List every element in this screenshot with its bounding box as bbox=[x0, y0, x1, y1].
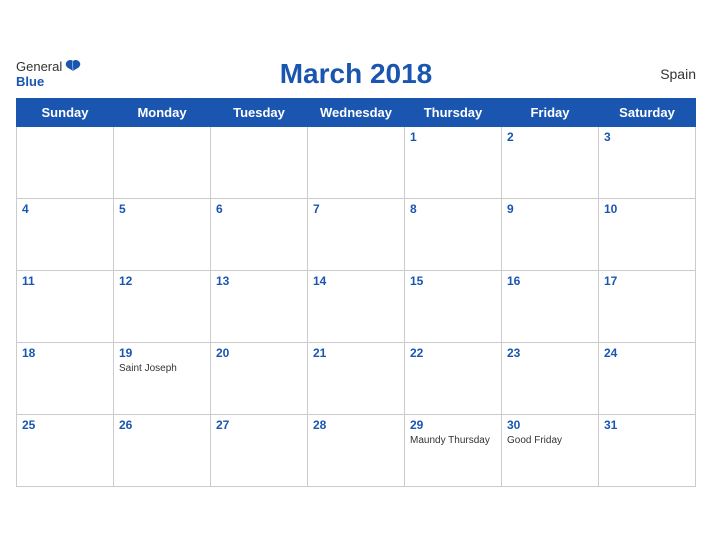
day-number: 25 bbox=[22, 418, 108, 432]
event-label: Maundy Thursday bbox=[410, 434, 496, 447]
calendar-cell-w3-d2: 13 bbox=[211, 270, 308, 342]
day-number: 12 bbox=[119, 274, 205, 288]
calendar-cell-w1-d3 bbox=[308, 126, 405, 198]
calendar-cell-w2-d2: 6 bbox=[211, 198, 308, 270]
header-saturday: Saturday bbox=[599, 98, 696, 126]
day-number: 20 bbox=[216, 346, 302, 360]
header-monday: Monday bbox=[114, 98, 211, 126]
day-number: 16 bbox=[507, 274, 593, 288]
calendar-cell-w2-d5: 9 bbox=[502, 198, 599, 270]
calendar-cell-w5-d6: 31 bbox=[599, 414, 696, 486]
day-number: 31 bbox=[604, 418, 690, 432]
calendar-cell-w1-d2 bbox=[211, 126, 308, 198]
calendar-cell-w2-d4: 8 bbox=[405, 198, 502, 270]
day-number: 4 bbox=[22, 202, 108, 216]
header-sunday: Sunday bbox=[17, 98, 114, 126]
day-number: 6 bbox=[216, 202, 302, 216]
calendar-cell-w3-d1: 12 bbox=[114, 270, 211, 342]
calendar-cell-w2-d3: 7 bbox=[308, 198, 405, 270]
calendar-cell-w3-d6: 17 bbox=[599, 270, 696, 342]
header-wednesday: Wednesday bbox=[308, 98, 405, 126]
calendar-cell-w3-d5: 16 bbox=[502, 270, 599, 342]
day-number: 7 bbox=[313, 202, 399, 216]
country-label: Spain bbox=[660, 66, 696, 82]
logo-blue-text: Blue bbox=[16, 74, 44, 89]
calendar-cell-w5-d2: 27 bbox=[211, 414, 308, 486]
header-thursday: Thursday bbox=[405, 98, 502, 126]
day-number: 19 bbox=[119, 346, 205, 360]
calendar-cell-w1-d0 bbox=[17, 126, 114, 198]
calendar-table: Sunday Monday Tuesday Wednesday Thursday… bbox=[16, 98, 696, 487]
day-number: 10 bbox=[604, 202, 690, 216]
calendar-container: General Blue March 2018 Spain Sunday Mon… bbox=[0, 48, 712, 503]
calendar-cell-w1-d1 bbox=[114, 126, 211, 198]
calendar-cell-w1-d4: 1 bbox=[405, 126, 502, 198]
calendar-cell-w4-d6: 24 bbox=[599, 342, 696, 414]
calendar-header: General Blue March 2018 Spain bbox=[16, 58, 696, 90]
calendar-cell-w3-d3: 14 bbox=[308, 270, 405, 342]
week-row-2: 456789 10 bbox=[17, 198, 696, 270]
day-number: 28 bbox=[313, 418, 399, 432]
logo-bird-icon bbox=[64, 59, 82, 73]
calendar-cell-w5-d0: 25 bbox=[17, 414, 114, 486]
calendar-cell-w1-d6: 3 bbox=[599, 126, 696, 198]
day-number: 23 bbox=[507, 346, 593, 360]
calendar-cell-w4-d5: 23 bbox=[502, 342, 599, 414]
header-friday: Friday bbox=[502, 98, 599, 126]
calendar-cell-w4-d0: 18 bbox=[17, 342, 114, 414]
day-number: 18 bbox=[22, 346, 108, 360]
weekday-header-row: Sunday Monday Tuesday Wednesday Thursday… bbox=[17, 98, 696, 126]
calendar-cell-w3-d0: 11 bbox=[17, 270, 114, 342]
week-row-4: 18 19 Saint Joseph 20 21 22 23 24 bbox=[17, 342, 696, 414]
calendar-cell-w3-d4: 15 bbox=[405, 270, 502, 342]
day-number: 14 bbox=[313, 274, 399, 288]
calendar-title: March 2018 bbox=[280, 58, 433, 90]
day-number: 29 bbox=[410, 418, 496, 432]
day-number: 1 bbox=[410, 130, 496, 144]
calendar-cell-w1-d5: 2 bbox=[502, 126, 599, 198]
event-label: Saint Joseph bbox=[119, 362, 205, 375]
day-number: 5 bbox=[119, 202, 205, 216]
week-row-1: 123 bbox=[17, 126, 696, 198]
week-row-5: 25 26 27 28 29 Maundy Thursday 30 Good Friday 31 bbox=[17, 414, 696, 486]
logo: General Blue bbox=[16, 59, 82, 89]
day-number: 17 bbox=[604, 274, 690, 288]
day-number: 8 bbox=[410, 202, 496, 216]
day-number: 24 bbox=[604, 346, 690, 360]
day-number: 9 bbox=[507, 202, 593, 216]
day-number: 27 bbox=[216, 418, 302, 432]
calendar-cell-w2-d0: 4 bbox=[17, 198, 114, 270]
calendar-cell-w4-d4: 22 bbox=[405, 342, 502, 414]
week-row-3: 11 12 13 14 15 16 17 bbox=[17, 270, 696, 342]
day-number: 15 bbox=[410, 274, 496, 288]
calendar-cell-w4-d2: 20 bbox=[211, 342, 308, 414]
day-number: 2 bbox=[507, 130, 593, 144]
event-label: Good Friday bbox=[507, 434, 593, 447]
day-number: 26 bbox=[119, 418, 205, 432]
calendar-cell-w5-d4: 29 Maundy Thursday bbox=[405, 414, 502, 486]
calendar-cell-w4-d1: 19 Saint Joseph bbox=[114, 342, 211, 414]
calendar-cell-w2-d1: 5 bbox=[114, 198, 211, 270]
calendar-cell-w4-d3: 21 bbox=[308, 342, 405, 414]
calendar-cell-w2-d6: 10 bbox=[599, 198, 696, 270]
header-tuesday: Tuesday bbox=[211, 98, 308, 126]
day-number: 30 bbox=[507, 418, 593, 432]
day-number: 13 bbox=[216, 274, 302, 288]
calendar-cell-w5-d3: 28 bbox=[308, 414, 405, 486]
logo-general-text: General bbox=[16, 59, 62, 74]
calendar-cell-w5-d5: 30 Good Friday bbox=[502, 414, 599, 486]
day-number: 22 bbox=[410, 346, 496, 360]
calendar-cell-w5-d1: 26 bbox=[114, 414, 211, 486]
day-number: 3 bbox=[604, 130, 690, 144]
day-number: 21 bbox=[313, 346, 399, 360]
calendar-body: 12345678910111213141516171819Saint Josep… bbox=[17, 126, 696, 486]
day-number: 11 bbox=[22, 274, 108, 288]
